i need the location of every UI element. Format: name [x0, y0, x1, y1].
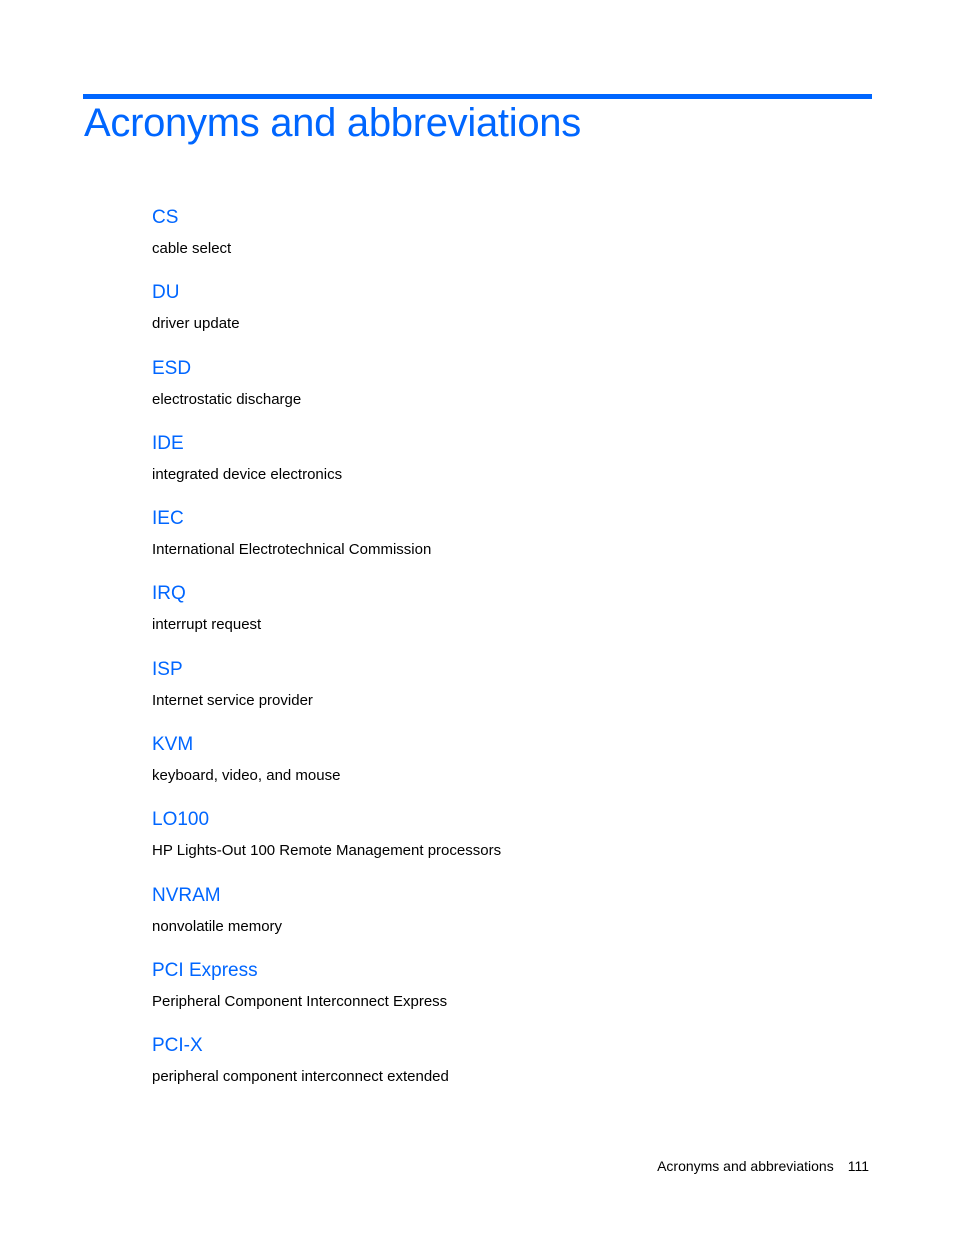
acronym-definition: Internet service provider [152, 691, 313, 709]
acronym-term: PCI Express [152, 959, 258, 981]
acronym-list: CS cable select DU driver update ESD ele… [152, 205, 752, 1109]
acronym-term: ISP [152, 658, 183, 680]
acronym-term: KVM [152, 734, 194, 756]
list-item: LO100 HP Lights-Out 100 Remote Managemen… [152, 807, 752, 882]
acronym-definition: interrupt request [152, 616, 262, 634]
acronym-definition: Peripheral Component Interconnect Expres… [152, 992, 448, 1010]
acronym-definition: integrated device electronics [152, 465, 343, 483]
acronym-definition: International Electrotechnical Commissio… [152, 541, 432, 559]
acronym-definition: HP Lights-Out 100 Remote Management proc… [152, 842, 502, 860]
acronym-definition: driver update [152, 315, 240, 333]
page-title: Acronyms and abbreviations [84, 101, 581, 145]
acronym-term: LO100 [152, 809, 210, 831]
list-item: IRQ interrupt request [152, 581, 752, 656]
acronym-term: IDE [152, 432, 184, 454]
acronym-term: PCI-X [152, 1035, 203, 1057]
acronym-term: ESD [152, 357, 192, 379]
list-item: DU driver update [152, 280, 752, 355]
page-footer: Acronyms and abbreviations 111 [657, 1158, 869, 1174]
acronym-term: IRQ [152, 583, 186, 605]
acronym-definition: electrostatic discharge [152, 390, 302, 408]
acronym-term: CS [152, 207, 179, 228]
acronym-definition: peripheral component interconnect extend… [152, 1068, 449, 1086]
list-item: PCI Express Peripheral Component Interco… [152, 958, 752, 1033]
list-item: IDE integrated device electronics [152, 431, 752, 506]
list-item: IEC International Electrotechnical Commi… [152, 506, 752, 581]
acronym-definition: nonvolatile memory [152, 917, 283, 935]
acronym-term: IEC [152, 508, 184, 530]
page-number: 111 [847, 1158, 869, 1174]
title-rule [83, 94, 872, 99]
acronym-term: DU [152, 282, 180, 304]
list-item: ISP Internet service provider [152, 657, 752, 732]
footer-section-title: Acronyms and abbreviations [657, 1158, 834, 1174]
list-item: NVRAM nonvolatile memory [152, 883, 752, 958]
list-item: CS cable select [152, 205, 752, 280]
acronym-definition: keyboard, video, and mouse [152, 767, 341, 785]
list-item: PCI-X peripheral component interconnect … [152, 1033, 752, 1108]
list-item: KVM keyboard, video, and mouse [152, 732, 752, 807]
list-item: ESD electrostatic discharge [152, 356, 752, 431]
acronym-term: NVRAM [152, 884, 221, 906]
acronym-definition: cable select [152, 240, 232, 257]
